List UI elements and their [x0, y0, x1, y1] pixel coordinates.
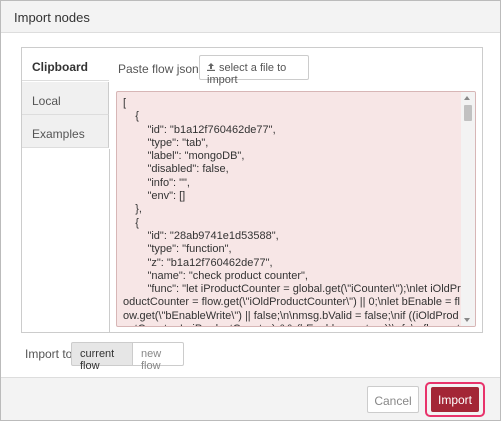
scroll-down-icon[interactable] [464, 318, 470, 322]
tab-examples[interactable]: Examples [22, 115, 109, 148]
import-to-label: Import to [25, 347, 73, 361]
flow-json-text: [ { "id": "b1a12f760462de77", "type": "t… [123, 97, 461, 326]
editor-scrollbar[interactable] [461, 92, 475, 326]
cancel-button[interactable]: Cancel [367, 386, 419, 413]
select-file-button[interactable]: select a file to import [199, 55, 309, 86]
dialog-titlebar: Import nodes [1, 1, 500, 33]
scroll-up-icon[interactable] [464, 96, 470, 100]
clipboard-content: Paste flow json or select a file to impo… [110, 48, 482, 332]
tab-clipboard[interactable]: Clipboard [22, 48, 109, 81]
tab-label: Local [32, 94, 61, 108]
dialog-title: Import nodes [14, 10, 90, 25]
current-flow-toggle[interactable]: current flow [71, 342, 133, 372]
flow-json-textarea[interactable]: [ { "id": "b1a12f760462de77", "type": "t… [116, 91, 476, 327]
new-flow-toggle[interactable]: new flow [132, 342, 184, 372]
tab-label: Clipboard [32, 60, 88, 74]
import-nodes-dialog: Import nodes Clipboard Local Examples Pa… [0, 0, 501, 421]
import-source-tabs: Clipboard Local Examples [22, 48, 110, 332]
tab-label: Examples [32, 127, 85, 141]
select-file-label: select a file to import [207, 62, 287, 86]
tab-local[interactable]: Local [22, 82, 109, 115]
dialog-footer: Cancel Import [1, 377, 500, 420]
scrollbar-thumb[interactable] [464, 105, 472, 121]
upload-icon [207, 62, 215, 71]
import-panel: Clipboard Local Examples Paste flow json… [21, 47, 483, 333]
import-button[interactable]: Import [431, 387, 479, 412]
